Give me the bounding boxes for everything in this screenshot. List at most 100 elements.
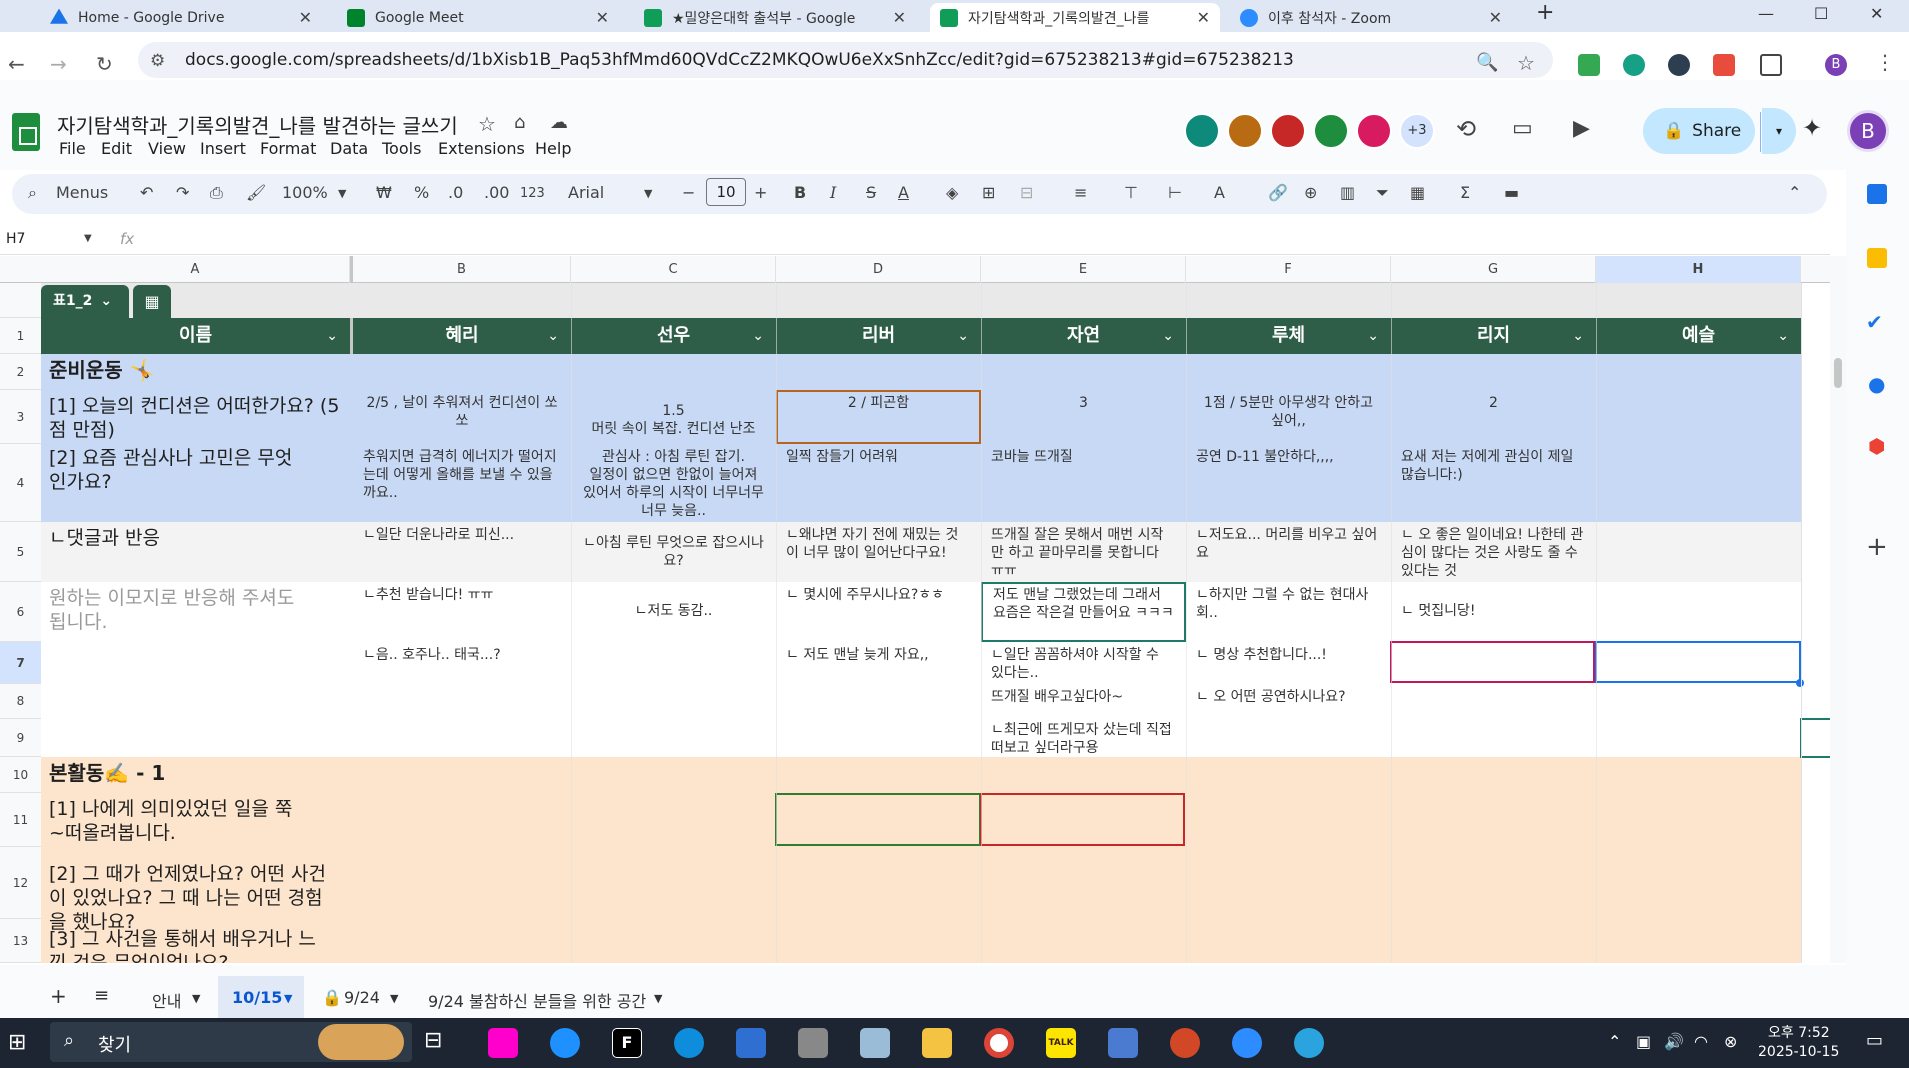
section-main-title[interactable]: 본활동✍️ - 1 [41,759,350,793]
column-header-b[interactable]: B [353,256,571,283]
reply-cell-g5[interactable]: ㄴ 오 좋은 일이네요! 나한테 관심이 많다는 것은 사랑도 줄 수 있다는 … [1391,524,1596,582]
decrease-font-size-icon[interactable]: − [682,183,695,202]
file-explorer-icon[interactable] [922,1028,952,1058]
reply-cell-c5[interactable]: ㄴ아침 루틴 무엇으로 잡으시나요? [571,532,776,582]
edge-icon[interactable] [674,1028,704,1058]
reply-cell-d7[interactable]: ㄴ 저도 맨날 늦게 자요,, [776,644,981,684]
font-size-input[interactable]: 10 [706,178,746,206]
notifications-icon[interactable]: ▭ [1866,1030,1883,1051]
version-history-icon[interactable]: ⟲ [1456,115,1476,143]
extension-icon[interactable] [1623,54,1645,76]
condition-cell-b[interactable]: 2/5 , 날이 추워져서 컨디션이 쏘쏘 [353,392,571,444]
chevron-down-icon[interactable]: ⌄ [957,318,969,354]
sheet-tab-guide[interactable]: 안내 [152,988,181,1012]
question-interest[interactable]: [2] 요즘 관심사나 고민은 무엇인가요? [41,444,311,498]
table-name-chip[interactable]: 표1_2 ⌄ [41,285,129,318]
interest-cell-c[interactable]: 관심사 : 아침 루틴 잡기. 일정이 없으면 한없이 늘어져 있어서 하루의 … [571,446,776,522]
zoom-dropdown-icon[interactable]: ▼ [338,187,346,200]
question-meaningful[interactable]: [1] 나에게 의미있었던 일을 쭉~떠올려봅니다. [41,795,311,847]
fill-handle[interactable] [1796,679,1804,687]
condition-cell-d[interactable]: 2 / 피곤함 [776,390,981,444]
search-menus-icon[interactable]: ⌕ [28,183,37,203]
functions-icon[interactable]: Σ [1460,183,1470,202]
undo-icon[interactable]: ↶ [140,183,153,202]
row-header-9[interactable]: 9 [0,719,41,757]
collaborator-selection-d11[interactable] [775,793,981,846]
condition-cell-e[interactable]: 3 [981,392,1186,444]
header-cell-h[interactable]: 예슬 ⌄ [1596,318,1801,354]
new-tab-icon[interactable]: + [1536,0,1554,25]
reply-cell-b5[interactable]: ㄴ일단 더운나라로 피신... [353,524,571,582]
collaborator-selection-i9[interactable] [1800,718,1830,758]
maps-icon[interactable]: ⬢ [1868,434,1885,458]
menu-data[interactable]: Data [330,139,368,158]
table-menu-icon[interactable]: ▦ [133,285,171,318]
reload-icon[interactable]: ↻ [96,52,113,76]
vertical-scroll-thumb[interactable] [1834,358,1842,388]
extension-icon[interactable] [1668,54,1690,76]
volume-icon[interactable]: 🔊 [1664,1032,1684,1051]
add-sheet-icon[interactable]: + [50,984,67,1008]
font-select[interactable]: Arial [568,183,604,202]
text-color-icon[interactable]: A [898,183,909,202]
reply-cell-e6[interactable]: 저도 맨날 그랬었는데 그래서 요즘은 작은걸 만들어요 ㅋㅋㅋ [981,582,1186,642]
search-page-icon[interactable]: 🔍 [1476,52,1498,73]
copilot-icon[interactable] [488,1028,518,1058]
header-cell-d[interactable]: 리버 ⌄ [776,318,981,354]
calendar-icon[interactable] [1867,184,1887,204]
minimize-icon[interactable]: — [1758,4,1774,23]
collaborator-avatar[interactable] [1184,113,1220,149]
collapse-toolbar-icon[interactable]: ⌃ [1788,183,1801,202]
row-header-5[interactable]: 5 [0,522,41,582]
menu-format[interactable]: Format [260,139,316,158]
borders-icon[interactable]: ⊞ [982,183,995,202]
insert-chart-icon[interactable]: ▥ [1340,183,1355,202]
extension-icon[interactable] [1713,54,1735,76]
column-header-h[interactable]: H [1596,256,1801,283]
active-cell-h7[interactable] [1595,641,1801,683]
sheet-tab-absent[interactable]: 9/24 불참하신 분들을 위한 공간 [428,988,646,1012]
column-header-d[interactable]: D [776,256,981,283]
chevron-down-icon[interactable]: ⌄ [1777,318,1789,354]
collaborator-avatar[interactable] [1313,113,1349,149]
interest-cell-d[interactable]: 일찍 잠들기 어려워 [776,446,981,522]
collaborator-avatar[interactable] [1227,113,1263,149]
vertical-align-icon[interactable]: ⊤ [1124,183,1138,202]
increase-font-size-icon[interactable]: + [754,183,767,202]
tray-chevron-icon[interactable]: ⌃ [1608,1032,1621,1051]
row-header-4[interactable]: 4 [0,444,41,522]
clock-time[interactable]: 오후 7:52 [1768,1022,1830,1042]
more-formats-button[interactable]: 123 [520,186,545,201]
print-icon[interactable]: ⎙ [210,183,223,203]
row-header-11[interactable]: 11 [0,793,41,847]
chevron-down-icon[interactable]: ▼ [654,992,662,1005]
more-collaborators-badge[interactable]: +3 [1399,113,1435,149]
close-tab-icon[interactable]: ✕ [299,8,312,27]
increase-decimal-button[interactable]: .00 [484,183,509,202]
condition-cell-f[interactable]: 1점 / 5분만 아무생각 안하고 싶어,, [1186,392,1391,444]
reply-label[interactable]: ㄴ댓글과 반응 [41,524,350,554]
meet-call-icon[interactable]: ▶︎ [1573,116,1590,141]
task-view-icon[interactable]: ⊟ [424,1028,454,1058]
header-cell-e[interactable]: 자연 ⌄ [981,318,1186,354]
sheets-logo-icon[interactable] [12,113,40,151]
column-header-g[interactable]: G [1391,256,1596,283]
interest-cell-g[interactable]: 요새 저는 저에게 관심이 제일 많습니다:) [1391,446,1596,522]
browser-menu-icon[interactable]: ⋮ [1875,50,1895,74]
star-icon[interactable]: ☆ [478,112,496,136]
cloud-saved-icon[interactable]: ☁ [550,112,568,133]
row-header-12[interactable]: 12 [0,847,41,919]
name-box-dropdown-icon[interactable]: ▼ [84,233,92,244]
menu-file[interactable]: File [59,139,86,158]
get-addons-icon[interactable]: + [1866,532,1888,562]
reply-cell-g6[interactable]: ㄴ 멋집니당! [1391,600,1596,640]
bookmark-star-icon[interactable]: ☆ [1517,51,1535,75]
tray-app-icon[interactable]: ▣ [1636,1032,1651,1051]
menu-extensions[interactable]: Extensions [438,139,525,158]
font-dropdown-icon[interactable]: ▼ [644,187,652,200]
browser-tab-attendance[interactable]: ★밀양은대학 출석부 - Google ✕ [634,3,916,32]
search-menus-label[interactable]: Menus [56,183,108,202]
comments-icon[interactable]: ▭ [1512,116,1533,141]
sheet-tab-1015[interactable]: 10/15 [232,988,282,1007]
chevron-down-icon[interactable]: ⌄ [326,318,338,354]
